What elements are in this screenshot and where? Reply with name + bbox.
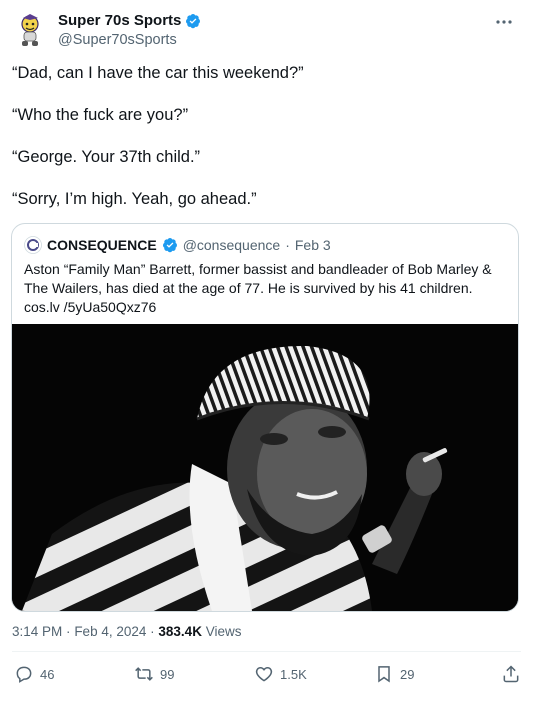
more-icon[interactable] [493,14,515,30]
tweet-meta: 3:14 PM · Feb 4, 2024 · 383.4K Views [12,624,242,639]
quoted-separator: · [285,237,290,253]
views-count: 383.4K [158,624,202,639]
reply-count: 46 [40,666,55,682]
quoted-tweet-photo[interactable] [12,324,518,611]
quoted-author-avatar [24,236,42,254]
quoted-date: Feb 3 [294,237,331,253]
author-name[interactable]: Super 70s Sports [58,12,181,29]
like-button[interactable]: 1.5K [254,664,307,684]
tweet-line: “Sorry, I’m high. Yeah, go ahead.” [12,190,257,208]
quoted-tweet-text: Aston “Family Man” Barrett, former bassi… [24,261,492,315]
reply-icon [16,666,32,683]
bookmark-icon [378,666,390,683]
reply-button[interactable]: 46 [14,664,54,684]
tweet-time[interactable]: 3:14 PM [12,624,62,639]
quoted-tweet-header: CONSEQUENCE @consequence · Feb 3 [24,236,331,254]
repost-icon [135,667,153,681]
meta-separator: · [150,624,155,639]
quoted-author-handle: @consequence [182,237,281,253]
repost-count: 99 [160,666,175,682]
tweet-text: “Dad, can I have the car this weekend?” … [12,62,512,230]
views-label: Views [205,624,242,639]
quoted-author-name: CONSEQUENCE [47,237,157,253]
tweet-line: “Who the fuck are you?” [12,106,189,124]
author-avatar[interactable] [14,12,46,48]
divider [12,651,521,652]
tweet-line: “Dad, can I have the car this weekend?” [12,64,304,82]
tweet-date[interactable]: Feb 4, 2024 [74,624,146,639]
like-count: 1.5K [280,666,307,682]
verified-badge-icon [162,238,177,253]
quoted-tweet[interactable]: CONSEQUENCE @consequence · Feb 3 Aston “… [11,223,519,612]
author-block: Super 70s Sports @Super70sSports [58,12,201,48]
verified-badge-icon [186,13,201,28]
tweet-line: “George. Your 37th child.” [12,148,201,166]
author-handle[interactable]: @Super70sSports [58,32,201,48]
meta-separator: · [66,624,71,639]
action-bar: 46 99 1.5K 29 [12,664,521,692]
share-icon [503,665,519,683]
bookmark-count: 29 [400,666,415,682]
author-name-row: Super 70s Sports [58,12,201,29]
tweet-header: Super 70s Sports @Super70sSports [14,10,519,54]
bookmark-button[interactable]: 29 [374,664,414,684]
share-button[interactable] [501,664,521,684]
like-icon [255,666,273,682]
repost-button[interactable]: 99 [134,664,174,684]
